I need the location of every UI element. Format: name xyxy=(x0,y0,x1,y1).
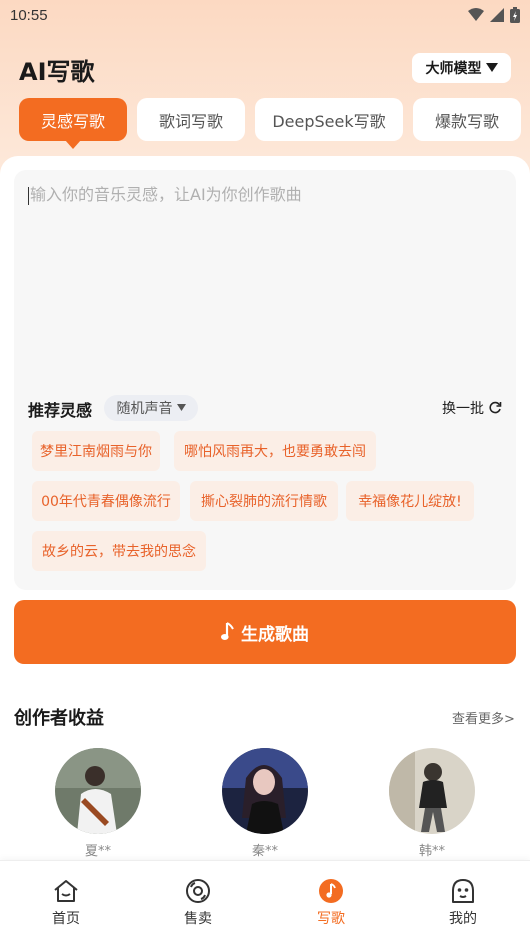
battery-icon xyxy=(510,7,520,23)
inspiration-chip[interactable]: 梦里江南烟雨与你 xyxy=(32,431,160,471)
recommend-title: 推荐灵感 xyxy=(28,401,93,420)
refresh-label: 换一批 xyxy=(442,401,484,417)
nav-item-sell[interactable]: 售卖 xyxy=(158,877,238,928)
tab-label: 灵感写歌 xyxy=(40,111,105,131)
tab-lyrics[interactable]: 歌词写歌 xyxy=(137,98,245,141)
inspiration-chip[interactable]: 撕心裂肺的流行情歌 xyxy=(190,481,338,521)
tab-label: 爆款写歌 xyxy=(434,111,499,131)
creator-name: 韩** xyxy=(418,844,445,859)
avatar xyxy=(55,748,141,834)
generate-song-button[interactable]: 生成歌曲 xyxy=(14,600,516,664)
tab-deepseek[interactable]: DeepSeek写歌 xyxy=(255,98,403,141)
text-cursor xyxy=(28,186,29,205)
signal-icon xyxy=(490,8,504,22)
status-bar: 10:55 xyxy=(0,0,530,30)
music-note-icon xyxy=(319,879,343,903)
creator-name: 秦** xyxy=(251,844,278,859)
caret-down-icon xyxy=(485,63,498,72)
caret-down-icon xyxy=(176,404,186,411)
inspiration-chip[interactable]: 幸福像花儿绽放! xyxy=(346,481,474,521)
bottom-nav: 首页 售卖 写歌 我的 xyxy=(0,860,530,942)
inspiration-input[interactable]: 输入你的音乐灵感，让AI为你创作歌曲 xyxy=(28,184,498,384)
vinyl-icon xyxy=(186,879,210,903)
inspiration-chip[interactable]: 故乡的云，带去我的思念 xyxy=(32,531,206,571)
tab-hit-songs[interactable]: 爆款写歌 xyxy=(413,98,521,141)
refresh-icon xyxy=(489,401,502,414)
chip-label: 幸福像花儿绽放! xyxy=(358,494,462,510)
chip-label: 故乡的云，带去我的思念 xyxy=(42,544,196,560)
view-more-link[interactable]: 查看更多> xyxy=(452,708,515,727)
nav-label: 首页 xyxy=(52,911,80,927)
mode-tabs: 灵感写歌 歌词写歌 DeepSeek写歌 爆款写歌 xyxy=(0,98,530,150)
profile-icon xyxy=(452,879,474,903)
nav-label: 我的 xyxy=(449,911,477,927)
wifi-icon xyxy=(468,8,484,21)
page-title: AI写歌 xyxy=(19,58,95,86)
app-header: AI写歌 大师模型 xyxy=(0,48,530,88)
generate-song-label: 生成歌曲 xyxy=(241,624,309,645)
avatar xyxy=(222,748,308,834)
music-note-icon xyxy=(221,622,234,640)
model-label: 大师模型 xyxy=(425,61,482,77)
nav-label: 售卖 xyxy=(184,911,212,927)
home-icon xyxy=(54,880,78,902)
avatar xyxy=(389,748,475,834)
refresh-button[interactable]: 换一批 xyxy=(442,398,502,418)
tab-label: 歌词写歌 xyxy=(158,111,223,131)
tab-inspiration[interactable]: 灵感写歌 xyxy=(19,98,127,149)
creators-title: 创作者收益 xyxy=(14,708,104,729)
random-voice-label: 随机声音 xyxy=(116,401,173,417)
status-icons xyxy=(468,7,520,23)
status-time: 10:55 xyxy=(10,6,48,24)
nav-item-profile[interactable]: 我的 xyxy=(423,877,503,928)
chip-label: 哪怕风雨再大，也要勇敢去闯 xyxy=(184,444,366,460)
nav-item-write[interactable]: 写歌 xyxy=(291,877,371,928)
inspiration-chip[interactable]: 00年代青春偶像流行 xyxy=(32,481,180,521)
chip-label: 撕心裂肺的流行情歌 xyxy=(201,494,327,510)
nav-label: 写歌 xyxy=(317,911,345,927)
chip-label: 00年代青春偶像流行 xyxy=(41,494,171,510)
creator-card[interactable]: 秦** xyxy=(222,748,308,859)
model-select-button[interactable]: 大师模型 xyxy=(412,53,511,83)
chip-label: 梦里江南烟雨与你 xyxy=(40,444,152,460)
creator-name: 夏** xyxy=(84,844,111,859)
tab-label: DeepSeek写歌 xyxy=(272,111,386,131)
nav-item-home[interactable]: 首页 xyxy=(26,877,106,928)
input-placeholder: 输入你的音乐灵感，让AI为你创作歌曲 xyxy=(30,185,302,204)
creator-card[interactable]: 韩** xyxy=(389,748,475,859)
inspiration-chip[interactable]: 哪怕风雨再大，也要勇敢去闯 xyxy=(174,431,376,471)
inspiration-card: 输入你的音乐灵感，让AI为你创作歌曲 推荐灵感 随机声音 换一批 梦里江南烟雨与… xyxy=(14,170,516,590)
random-voice-dropdown[interactable]: 随机声音 xyxy=(104,395,198,421)
creator-card[interactable]: 夏** xyxy=(55,748,141,859)
